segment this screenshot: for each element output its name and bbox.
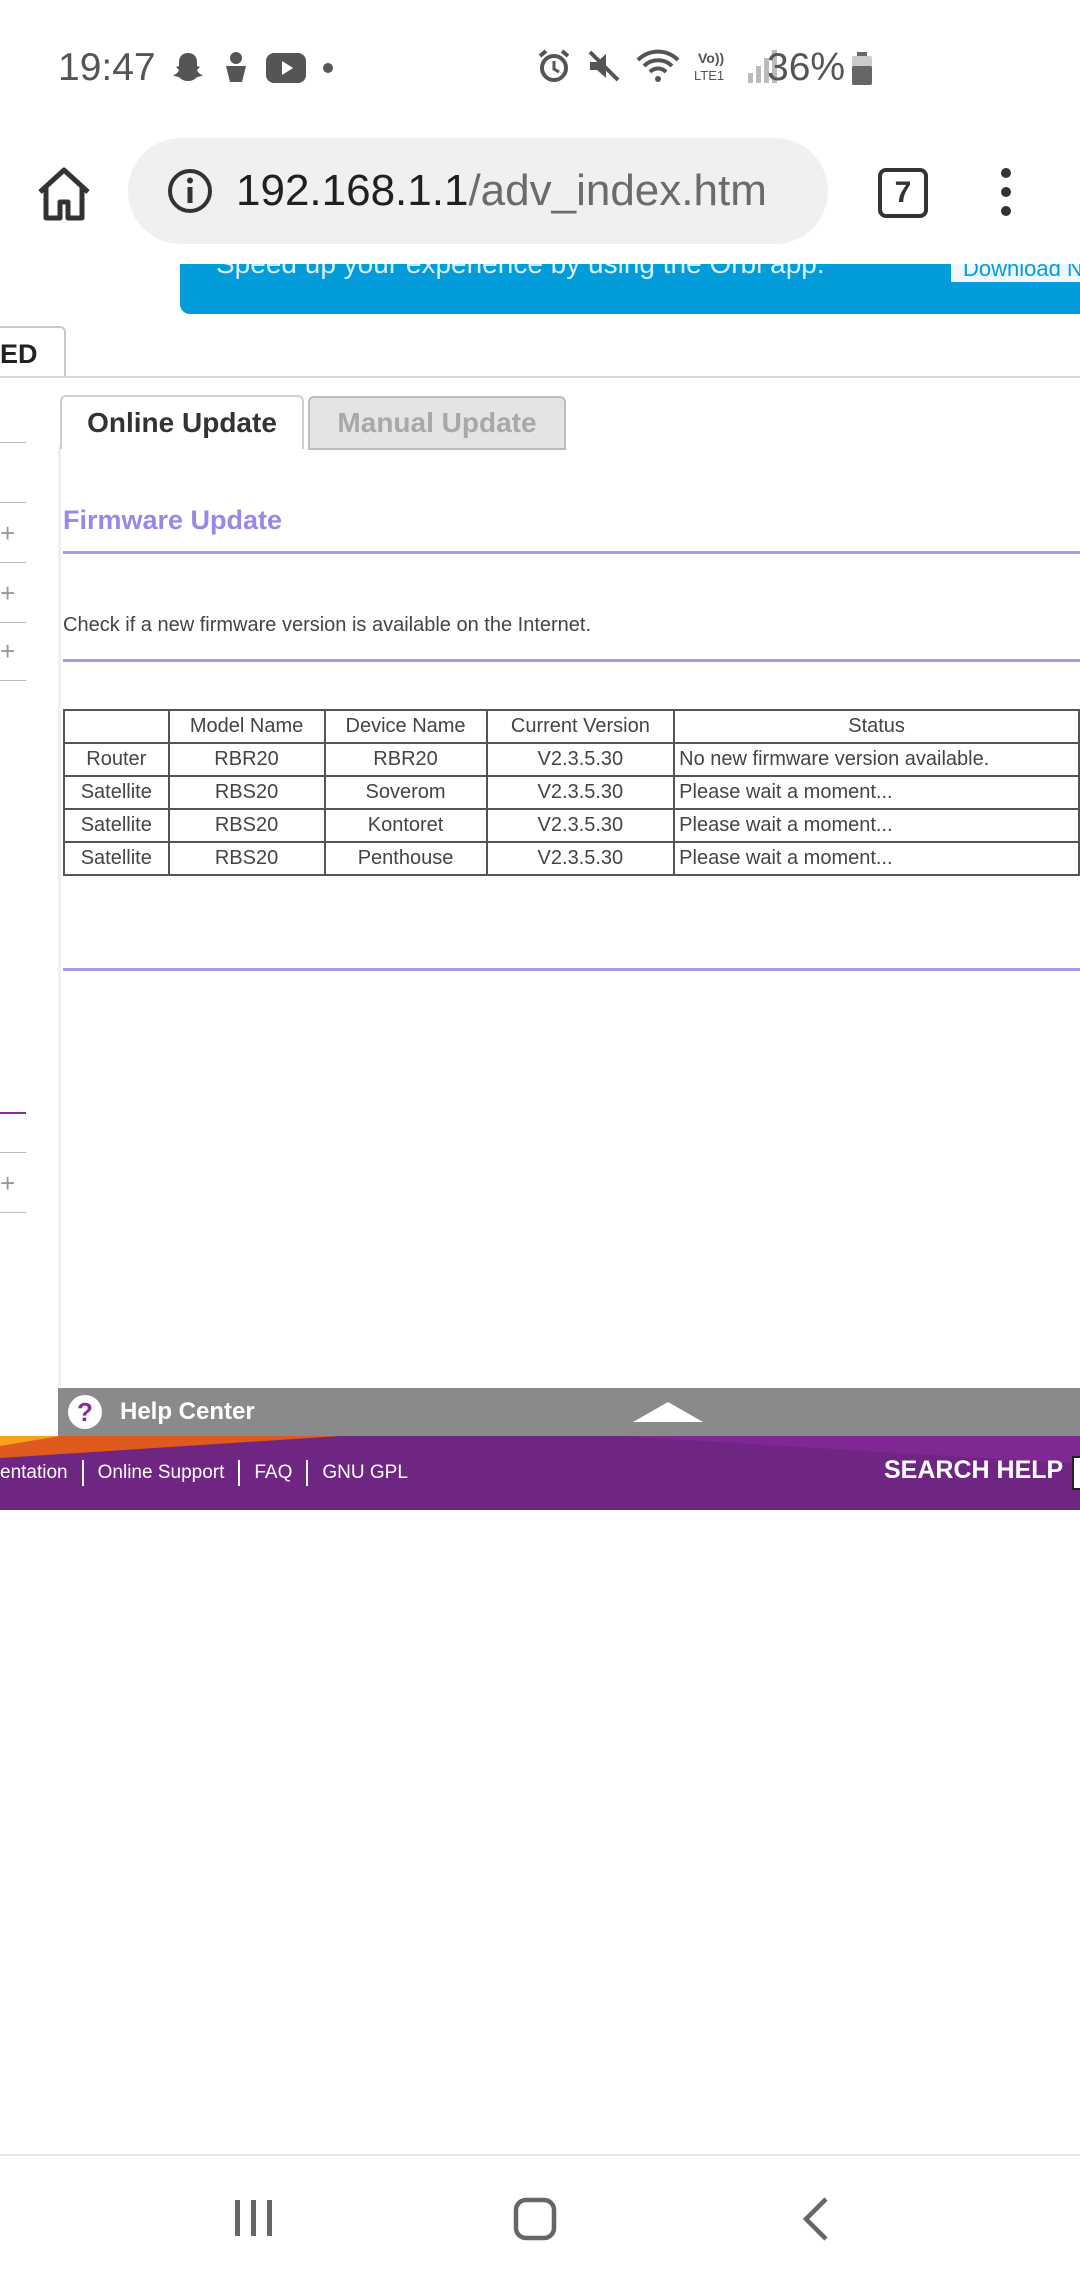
table-header-row: Model Name Device Name Current Version S… xyxy=(63,709,1080,744)
sidebar-divider xyxy=(0,502,26,503)
banner-text: Speed up your experience by using the Or… xyxy=(216,264,825,280)
search-help-input[interactable] xyxy=(1072,1456,1080,1490)
wifi-icon xyxy=(636,48,680,84)
table-cell: Penthouse xyxy=(323,841,488,876)
youtube-icon xyxy=(266,53,306,83)
dot-icon xyxy=(320,60,336,76)
column-header: Current Version xyxy=(485,709,676,744)
table-row: Satellite RBS20 Soverom V2.3.5.30 Please… xyxy=(63,775,1080,810)
tab-advanced[interactable]: ED xyxy=(0,326,66,378)
alarm-icon xyxy=(536,48,572,84)
status-cell: Please wait a moment... xyxy=(673,841,1080,876)
table-row: Satellite RBS20 Kontoret V2.3.5.30 Pleas… xyxy=(63,808,1080,843)
home-nav-icon[interactable] xyxy=(512,2196,558,2247)
sidebar-divider xyxy=(0,1152,26,1153)
search-help-label: SEARCH HELP xyxy=(884,1456,1064,1484)
battery-icon xyxy=(851,52,873,91)
footer: entation Online Support FAQ GNU GPL SEAR… xyxy=(0,1436,1080,1510)
table-cell: RBR20 xyxy=(167,742,326,777)
column-header: Model Name xyxy=(167,709,326,744)
sidebar-divider xyxy=(0,680,26,681)
tab-divider xyxy=(0,376,1080,378)
volte-icon: Vo)) LTE1 xyxy=(694,48,734,84)
tab-switcher-button[interactable]: 7 xyxy=(878,168,928,218)
expand-plus-icon[interactable]: + xyxy=(0,636,15,667)
browser-toolbar: 192.168.1.1/adv_index.htm 7 xyxy=(0,138,1080,268)
status-cell: Please wait a moment... xyxy=(673,808,1080,843)
table-row: Router RBR20 RBR20 V2.3.5.30 No new firm… xyxy=(63,742,1080,777)
expand-plus-icon[interactable]: + xyxy=(0,1168,15,1199)
table-cell: Soverom xyxy=(323,775,488,810)
status-bar: 19:47 Vo)) LTE1 36% xyxy=(0,0,1080,140)
recent-apps-icon[interactable] xyxy=(232,2196,276,2245)
table-cell: RBS20 xyxy=(167,775,326,810)
url-path: /adv_index.htm xyxy=(468,166,767,215)
page-title: Firmware Update xyxy=(63,505,283,535)
help-center-bar[interactable]: ? Help Center xyxy=(58,1388,1080,1436)
table-cell: RBR20 xyxy=(323,742,488,777)
sidebar-divider xyxy=(0,1212,26,1213)
status-cell: No new firmware version available. xyxy=(673,742,1080,777)
svg-text:LTE1: LTE1 xyxy=(694,68,724,83)
help-center-label: Help Center xyxy=(120,1398,255,1425)
banner-download-button[interactable]: Download N xyxy=(951,264,1080,282)
sidebar-divider xyxy=(0,442,26,443)
footer-link-online-support[interactable]: Online Support xyxy=(84,1462,239,1484)
description-divider xyxy=(63,659,1080,662)
sidebar-menu: + + + + xyxy=(0,378,58,1438)
sidebar-selected-marker xyxy=(0,1112,26,1114)
table-divider xyxy=(63,968,1080,971)
more-menu-icon[interactable] xyxy=(996,166,1016,218)
sidebar-divider xyxy=(0,562,26,563)
table-cell: Kontoret xyxy=(323,808,488,843)
footer-link-faq[interactable]: FAQ xyxy=(240,1462,306,1484)
mute-icon xyxy=(586,48,622,84)
table-cell: V2.3.5.30 xyxy=(485,775,676,810)
table-row: Satellite RBS20 Penthouse V2.3.5.30 Plea… xyxy=(63,841,1080,876)
status-cell: Please wait a moment... xyxy=(673,775,1080,810)
tab-manual-update[interactable]: Manual Update xyxy=(308,396,566,450)
column-header: Status xyxy=(673,709,1080,744)
battery-percent: 36% xyxy=(767,46,846,89)
system-icons: Vo)) LTE1 xyxy=(536,48,778,84)
tab-online-update[interactable]: Online Update xyxy=(60,395,304,449)
column-header: Device Name xyxy=(323,709,488,744)
help-question-icon: ? xyxy=(68,1395,102,1429)
svg-text:Vo)): Vo)) xyxy=(698,50,724,66)
table-cell: V2.3.5.30 xyxy=(485,742,676,777)
sidebar-divider xyxy=(0,622,26,623)
snapchat-icon xyxy=(170,50,206,86)
table-cell: Satellite xyxy=(63,841,170,876)
table-cell: Router xyxy=(63,742,170,777)
notification-icons xyxy=(170,50,336,86)
column-header xyxy=(63,709,170,744)
status-time: 19:47 xyxy=(58,46,156,89)
title-divider xyxy=(63,551,1080,554)
table-cell: Satellite xyxy=(63,808,170,843)
url-text[interactable]: 192.168.1.1/adv_index.htm xyxy=(236,166,767,216)
info-icon[interactable] xyxy=(166,167,214,215)
app-promo-banner: Speed up your experience by using the Or… xyxy=(180,264,1080,314)
home-icon[interactable] xyxy=(32,162,96,226)
nav-bar-divider xyxy=(0,2154,1080,2156)
table-cell: RBS20 xyxy=(167,841,326,876)
table-cell: RBS20 xyxy=(167,808,326,843)
expand-up-icon[interactable] xyxy=(633,1402,703,1427)
description-text: Check if a new firmware version is avail… xyxy=(63,614,592,636)
footer-links: entation Online Support FAQ GNU GPL xyxy=(0,1460,422,1486)
firmware-table: Model Name Device Name Current Version S… xyxy=(63,709,1080,876)
back-icon[interactable] xyxy=(800,2196,830,2247)
table-cell: Satellite xyxy=(63,775,170,810)
footer-link-documentation[interactable]: entation xyxy=(0,1462,82,1484)
footer-link-gnu-gpl[interactable]: GNU GPL xyxy=(308,1462,422,1484)
url-host: 192.168.1.1 xyxy=(236,166,469,215)
main-panel xyxy=(58,446,1080,1386)
expand-plus-icon[interactable]: + xyxy=(0,518,15,549)
table-cell: V2.3.5.30 xyxy=(485,841,676,876)
address-bar[interactable]: 192.168.1.1/adv_index.htm xyxy=(128,138,828,244)
table-cell: V2.3.5.30 xyxy=(485,808,676,843)
expand-plus-icon[interactable]: + xyxy=(0,578,15,609)
android-bot-icon xyxy=(220,50,252,86)
